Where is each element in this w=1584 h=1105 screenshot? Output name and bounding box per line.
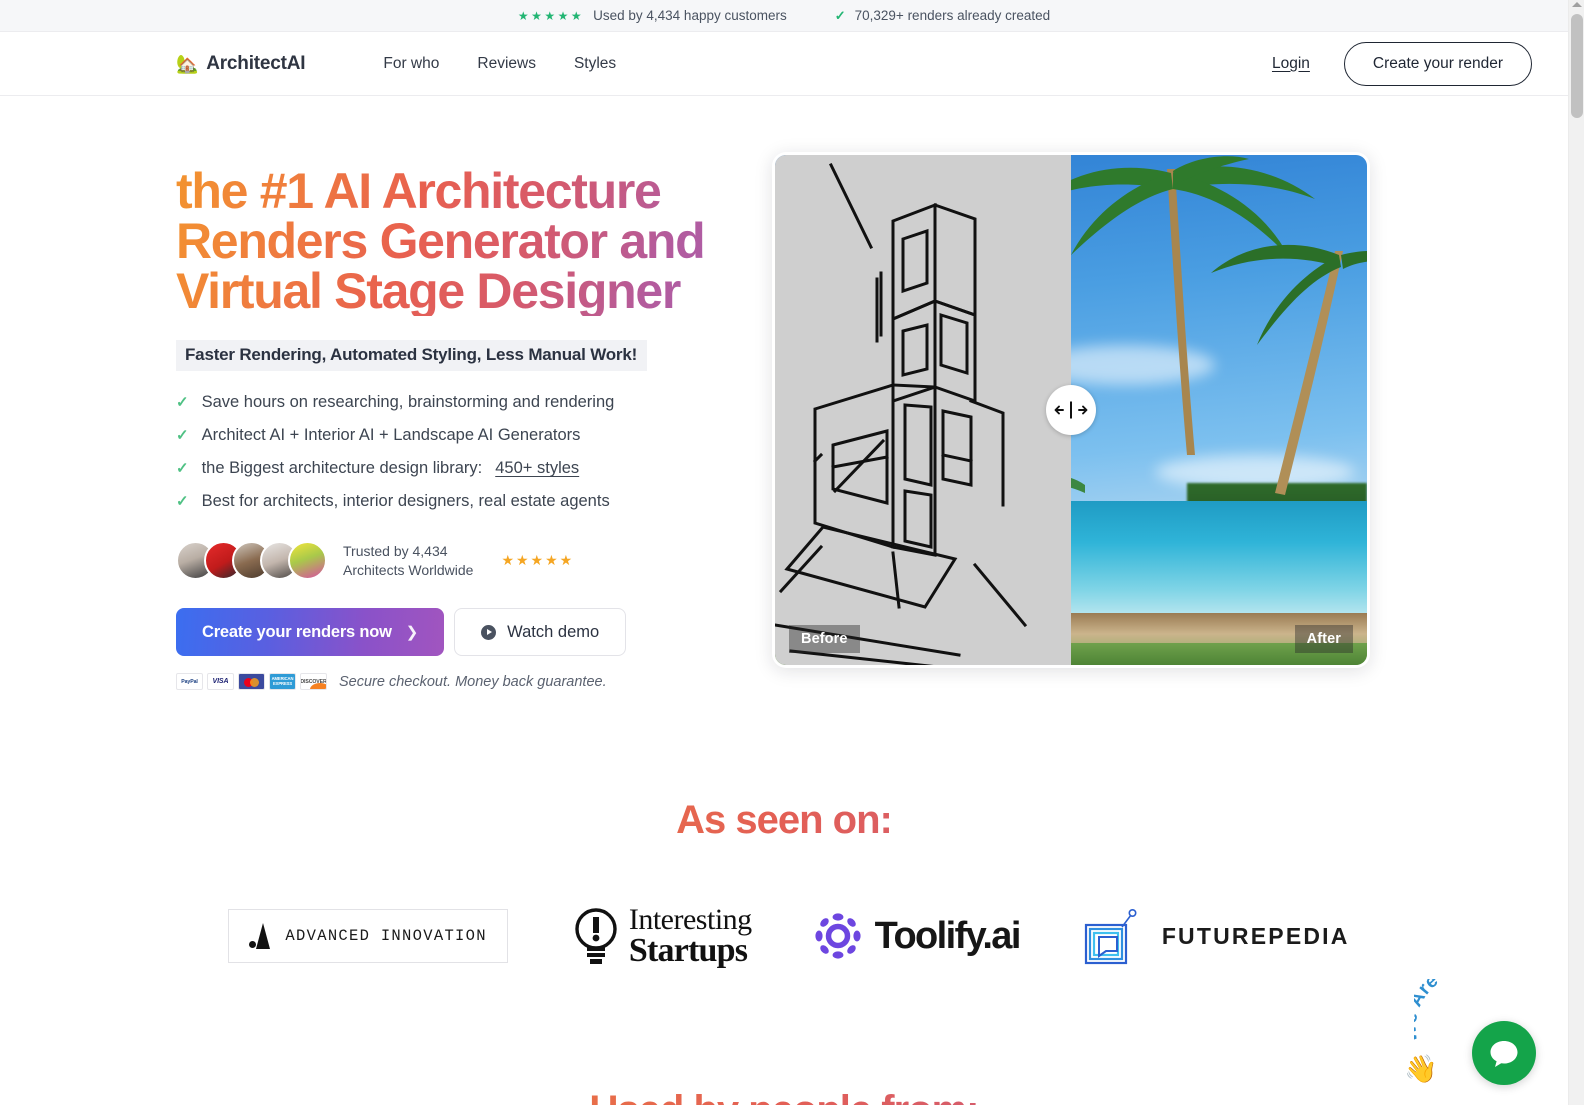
watch-demo-button[interactable]: Watch demo	[454, 608, 627, 656]
logo-advanced-innovation: ADVANCED INNOVATION	[228, 909, 508, 964]
before-after-comparison[interactable]: After Before	[772, 152, 1370, 668]
toolify-sun-icon	[815, 913, 861, 959]
mastercard-icon	[238, 673, 265, 690]
feature-list: ✓ Save hours on researching, brainstormi…	[176, 393, 736, 511]
play-icon	[481, 624, 497, 640]
avatar	[288, 541, 327, 580]
as-seen-on-section: As seen on: ADVANCED INNOVATION Interest…	[0, 798, 1568, 968]
comparison-slider-handle[interactable]	[1046, 385, 1096, 435]
futurepedia-text: FUTUREPEDIA	[1161, 922, 1350, 949]
create-renders-now-button[interactable]: Create your renders now ❯	[176, 608, 445, 656]
discover-icon: DISCOVER	[300, 673, 327, 690]
advanced-innovation-mark-icon	[249, 923, 271, 950]
headline-line-1: the #1 AI Architecture	[176, 163, 661, 219]
headline-line-2: Renders Generator and	[176, 213, 705, 269]
interesting-text: Interesting	[628, 903, 752, 936]
brand-name: ArchitectAI	[206, 52, 306, 74]
social-proof: Trusted by 4,434 Architects Worldwide ★★…	[176, 541, 736, 580]
comparison-inner: After Before	[775, 155, 1367, 665]
cta-row: Create your renders now ❯ Watch demo	[176, 608, 736, 656]
nav-item-styles[interactable]: Styles	[574, 55, 616, 73]
chat-button[interactable]	[1472, 1021, 1536, 1085]
after-label: After	[1294, 625, 1353, 653]
hero-media: After Before	[772, 152, 1372, 690]
page-content: ★★★★★ Used by 4,434 happy customers ✓ 70…	[0, 0, 1568, 1105]
nav-item-for-who[interactable]: For who	[383, 55, 439, 73]
futurepedia-mark-icon	[1084, 909, 1137, 965]
renders-created-text: 70,329+ renders already created	[854, 8, 1051, 23]
create-renders-now-label: Create your renders now	[202, 622, 392, 641]
main-nav: For who Reviews Styles	[383, 55, 616, 73]
before-image: Before	[775, 155, 1071, 665]
payment-icons: PayPal VISA AMERICAN EXPRESS DISCOVER	[176, 673, 327, 690]
check-icon: ✓	[834, 7, 846, 23]
feature-text: Save hours on researching, brainstorming…	[201, 393, 615, 411]
hero-copy: the #1 AI Architecture Renders Generator…	[176, 152, 736, 690]
startups-text: Startups	[628, 932, 748, 970]
feature-item: ✓ Architect AI + Interior AI + Landscape…	[176, 426, 736, 445]
create-render-button[interactable]: Create your render	[1343, 41, 1532, 86]
trust-text: Trusted by 4,434 Architects Worldwide	[343, 542, 473, 580]
amex-icon: AMERICAN EXPRESS	[269, 673, 296, 690]
left-right-arrows-icon	[1054, 401, 1088, 419]
renders-created-stat: ✓ 70,329+ renders already created	[835, 8, 1050, 24]
star-rating-icon: ★★★★★	[501, 552, 575, 568]
checkout-note: Secure checkout. Money back guarantee.	[339, 673, 607, 690]
used-by-heading: Used by people from:	[0, 1088, 1568, 1105]
paypal-icon: PayPal	[176, 673, 203, 690]
scrollbar-thumb[interactable]	[1571, 14, 1583, 118]
feature-text: Best for architects, interior designers,…	[201, 492, 610, 510]
press-logos: ADVANCED INNOVATION Interesting Startups	[0, 903, 1568, 970]
site-header: 🏡 ArchitectAI For who Reviews Styles Log…	[0, 32, 1568, 96]
house-icon: 🏡	[176, 53, 199, 74]
check-icon: ✓	[176, 427, 189, 444]
chat-widget[interactable]: We Are Here! 👋	[1396, 978, 1546, 1093]
logo[interactable]: 🏡 ArchitectAI	[176, 52, 306, 75]
happy-customers-text: Used by 4,434 happy customers	[593, 8, 787, 23]
checkout-assurance: PayPal VISA AMERICAN EXPRESS DISCOVER Se…	[176, 673, 736, 690]
visa-icon: VISA	[207, 673, 234, 690]
avatar-group	[176, 541, 327, 580]
header-actions: Login Create your render	[1272, 41, 1532, 86]
trust-line-2: Architects Worldwide	[343, 561, 474, 578]
feature-item: ✓ Best for architects, interior designer…	[176, 492, 736, 511]
logo-interesting-startups: Interesting Startups	[570, 903, 752, 970]
styles-library-link[interactable]: 450+ styles	[495, 459, 579, 478]
interesting-startups-words: Interesting Startups	[628, 903, 752, 970]
headline-line-3: Virtual Stage Designer	[176, 263, 680, 319]
feature-item: ✓ Save hours on researching, brainstormi…	[176, 393, 736, 412]
as-seen-on-heading: As seen on:	[0, 798, 1568, 843]
announcement-bar: ★★★★★ Used by 4,434 happy customers ✓ 70…	[0, 0, 1568, 32]
check-icon: ✓	[176, 493, 189, 510]
watch-demo-label: Watch demo	[507, 622, 600, 641]
hero-section: the #1 AI Architecture Renders Generator…	[0, 96, 1568, 690]
logo-toolify-ai: Toolify.ai	[814, 912, 1022, 960]
waving-hand-icon: 👋	[1404, 1054, 1438, 1084]
sketch-drawing	[775, 162, 1028, 665]
used-by-section: Used by people from:	[0, 1088, 1568, 1105]
star-rating-icon: ★★★★★	[517, 8, 585, 23]
check-icon: ✓	[176, 460, 189, 477]
browser-viewport: ★★★★★ Used by 4,434 happy customers ✓ 70…	[0, 0, 1584, 1105]
check-icon: ✓	[176, 394, 189, 411]
feature-item: ✓ the Biggest architecture design librar…	[176, 459, 736, 478]
login-link[interactable]: Login	[1272, 55, 1310, 73]
happy-customers-stat: ★★★★★ Used by 4,434 happy customers	[518, 8, 787, 23]
lightbulb-icon	[575, 908, 617, 965]
feature-text: Architect AI + Interior AI + Landscape A…	[201, 426, 581, 444]
before-label: Before	[789, 625, 860, 653]
trust-line-1: Trusted by 4,434	[343, 542, 448, 559]
page-scrollbar[interactable]	[1568, 0, 1584, 1105]
toolify-text: Toolify.ai	[874, 914, 1022, 957]
feature-text: the Biggest architecture design library:	[201, 459, 483, 477]
chevron-right-icon: ❯	[405, 624, 419, 641]
speech-bubble-icon	[1490, 1041, 1518, 1067]
hero-subheadline: Faster Rendering, Automated Styling, Les…	[176, 340, 648, 371]
advanced-innovation-text: ADVANCED INNOVATION	[285, 927, 487, 946]
scrollbar-up-arrow-icon[interactable]	[1572, 2, 1582, 7]
nav-item-reviews[interactable]: Reviews	[477, 55, 536, 73]
page-title: the #1 AI Architecture Renders Generator…	[176, 166, 736, 316]
logo-futurepedia: FUTUREPEDIA	[1082, 907, 1350, 965]
